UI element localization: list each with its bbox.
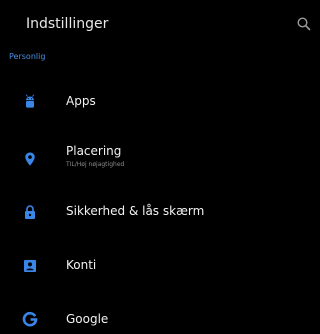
- settings-item-apps[interactable]: Apps: [0, 79, 311, 125]
- settings-item-label: Sikkerhed & lås skærm: [66, 204, 205, 218]
- settings-item-label: Placering: [66, 144, 122, 158]
- settings-item-google[interactable]: Google: [0, 296, 311, 334]
- settings-item-label: Konti: [66, 258, 97, 272]
- settings-item-label: Apps: [66, 94, 96, 108]
- settings-item-security[interactable]: Sikkerhed & lås skærm: [0, 189, 311, 235]
- settings-item-location[interactable]: Placering TIL/Høj nøjagtighed: [0, 135, 311, 181]
- search-button[interactable]: [296, 16, 312, 32]
- google-icon: [22, 311, 38, 327]
- location-pin-icon: [22, 151, 38, 167]
- account-icon: [22, 258, 38, 274]
- settings-item-accounts[interactable]: Konti: [0, 242, 311, 288]
- app-bar: Indstillinger: [0, 0, 311, 50]
- settings-item-label: Google: [66, 312, 109, 326]
- section-header-personal: Personlig: [9, 52, 46, 61]
- android-icon: [22, 94, 38, 110]
- settings-item-subtitle: TIL/Høj nøjagtighed: [66, 161, 125, 168]
- lock-icon: [22, 204, 38, 220]
- search-icon: [297, 17, 311, 31]
- settings-screen: Indstillinger Personlig Apps Placering T…: [0, 0, 311, 334]
- page-title: Indstillinger: [26, 16, 109, 32]
